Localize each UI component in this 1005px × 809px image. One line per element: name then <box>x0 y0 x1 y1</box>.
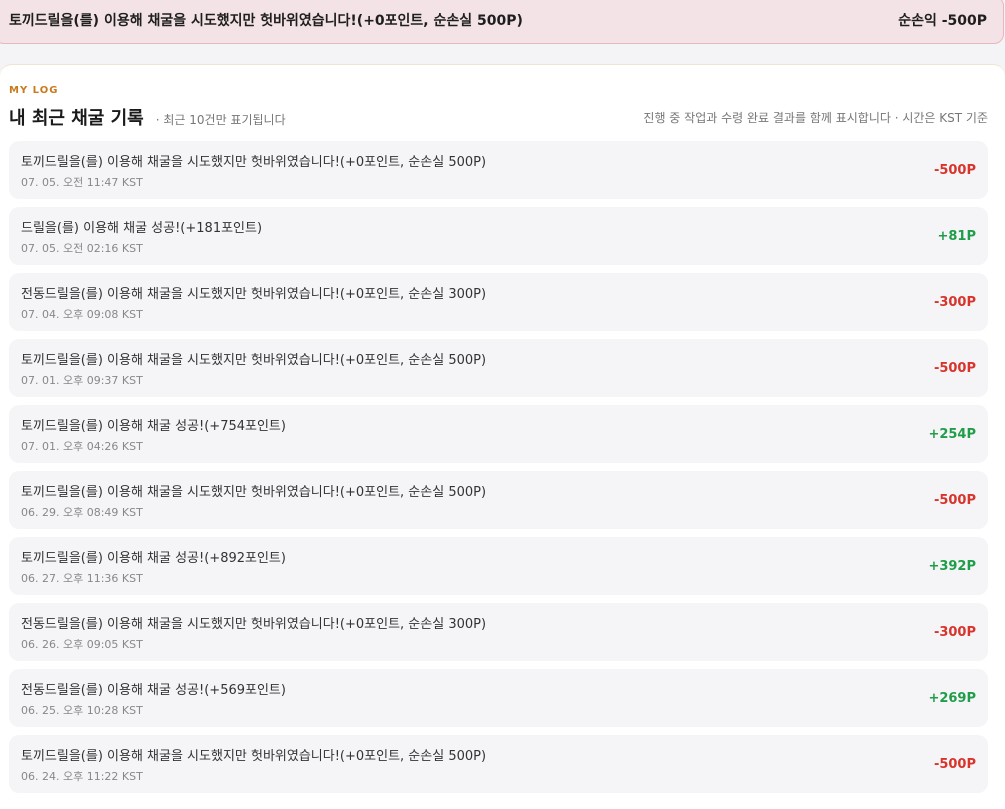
record-delta: +81P <box>937 228 976 244</box>
section-note: 진행 중 작업과 수령 완료 결과를 함께 표시합니다 · 시간은 KST 기준 <box>643 110 988 125</box>
record-time: 07. 05. 오전 02:16 KST <box>21 241 143 255</box>
record-delta: +392P <box>928 558 976 574</box>
record-row: 전동드릴을(를) 이용해 채굴 성공!(+569포인트) 06. 25. 오후 … <box>9 669 988 727</box>
record-time: 07. 01. 오후 09:37 KST <box>21 373 143 387</box>
record-delta: -500P <box>933 756 976 772</box>
record-message: 토끼드릴을(를) 이용해 채굴을 시도했지만 헛바위였습니다!(+0포인트, 순… <box>21 352 487 368</box>
record-delta: -300P <box>933 294 976 310</box>
record-message: 토끼드릴을(를) 이용해 채굴을 시도했지만 헛바위였습니다!(+0포인트, 순… <box>21 154 487 170</box>
record-row: 토끼드릴을(를) 이용해 채굴을 시도했지만 헛바위였습니다!(+0포인트, 순… <box>9 735 988 793</box>
record-message: 토끼드릴을(를) 이용해 채굴 성공!(+892포인트) <box>21 550 286 566</box>
record-text: 토끼드릴을(를) 이용해 채굴을 시도했지만 헛바위였습니다!(+0포인트, 순… <box>21 745 486 784</box>
record-row: 전동드릴을(를) 이용해 채굴을 시도했지만 헛바위였습니다!(+0포인트, 순… <box>9 603 988 661</box>
section-kicker: MY LOG <box>9 85 59 96</box>
record-message: 전동드릴을(를) 이용해 채굴을 시도했지만 헛바위였습니다!(+0포인트, 순… <box>21 286 487 302</box>
record-time: 06. 27. 오후 11:36 KST <box>21 571 143 585</box>
record-text: 전동드릴을(를) 이용해 채굴을 시도했지만 헛바위였습니다!(+0포인트, 순… <box>21 283 486 322</box>
mining-record-list: 토끼드릴을(를) 이용해 채굴을 시도했지만 헛바위였습니다!(+0포인트, 순… <box>9 141 988 801</box>
record-row: 토끼드릴을(를) 이용해 채굴을 시도했지만 헛바위였습니다!(+0포인트, 순… <box>9 141 988 199</box>
record-delta: -500P <box>933 360 976 376</box>
record-delta: -500P <box>933 492 976 508</box>
record-message: 드릴을(를) 이용해 채굴 성공!(+181포인트) <box>21 220 263 236</box>
banner-message: 토끼드릴을(를) 이용해 채굴을 시도했지만 헛바위였습니다!(+0포인트, 순… <box>9 13 523 29</box>
record-time: 07. 01. 오후 04:26 KST <box>21 439 143 453</box>
record-time: 06. 25. 오후 10:28 KST <box>21 703 143 717</box>
record-time: 06. 29. 오후 08:49 KST <box>21 505 143 519</box>
record-row: 토끼드릴을(를) 이용해 채굴 성공!(+754포인트) 07. 01. 오후 … <box>9 405 988 463</box>
record-time: 07. 05. 오전 11:47 KST <box>21 175 143 189</box>
record-delta: -300P <box>933 624 976 640</box>
record-delta: +254P <box>928 426 976 442</box>
record-time: 07. 04. 오후 09:08 KST <box>21 307 143 321</box>
record-row: 전동드릴을(를) 이용해 채굴을 시도했지만 헛바위였습니다!(+0포인트, 순… <box>9 273 988 331</box>
record-message: 전동드릴을(를) 이용해 채굴을 시도했지만 헛바위였습니다!(+0포인트, 순… <box>21 616 487 632</box>
record-text: 토끼드릴을(를) 이용해 채굴 성공!(+892포인트) 06. 27. 오후 … <box>21 547 286 586</box>
record-message: 토끼드릴을(를) 이용해 채굴 성공!(+754포인트) <box>21 418 286 434</box>
record-message: 토끼드릴을(를) 이용해 채굴을 시도했지만 헛바위였습니다!(+0포인트, 순… <box>21 748 487 764</box>
record-message: 토끼드릴을(를) 이용해 채굴을 시도했지만 헛바위였습니다!(+0포인트, 순… <box>21 484 487 500</box>
section-header: 내 최근 채굴 기록 · 최근 10건만 표기됩니다 진행 중 작업과 수령 완… <box>9 103 988 131</box>
mining-log-card: MY LOG 내 최근 채굴 기록 · 최근 10건만 표기됩니다 진행 중 작… <box>0 64 1005 809</box>
record-row: 드릴을(를) 이용해 채굴 성공!(+181포인트) 07. 05. 오전 02… <box>9 207 988 265</box>
record-text: 토끼드릴을(를) 이용해 채굴을 시도했지만 헛바위였습니다!(+0포인트, 순… <box>21 481 486 520</box>
section-subtitle: · 최근 10건만 표기됩니다 <box>155 113 286 127</box>
record-row: 토끼드릴을(를) 이용해 채굴을 시도했지만 헛바위였습니다!(+0포인트, 순… <box>9 471 988 529</box>
record-time: 06. 24. 오후 11:22 KST <box>21 769 143 783</box>
record-row: 토끼드릴을(를) 이용해 채굴을 시도했지만 헛바위였습니다!(+0포인트, 순… <box>9 339 988 397</box>
record-text: 토끼드릴을(를) 이용해 채굴을 시도했지만 헛바위였습니다!(+0포인트, 순… <box>21 151 486 190</box>
record-text: 토끼드릴을(를) 이용해 채굴을 시도했지만 헛바위였습니다!(+0포인트, 순… <box>21 349 486 388</box>
record-message: 전동드릴을(를) 이용해 채굴 성공!(+569포인트) <box>21 682 286 698</box>
record-time: 06. 26. 오후 09:05 KST <box>21 637 143 651</box>
record-text: 드릴을(를) 이용해 채굴 성공!(+181포인트) 07. 05. 오전 02… <box>21 217 262 256</box>
record-delta: +269P <box>928 690 976 706</box>
section-title-group: 내 최근 채굴 기록 · 최근 10건만 표기됩니다 <box>9 104 286 130</box>
record-row: 토끼드릴을(를) 이용해 채굴 성공!(+892포인트) 06. 27. 오후 … <box>9 537 988 595</box>
page-title: 내 최근 채굴 기록 <box>9 108 144 129</box>
record-text: 토끼드릴을(를) 이용해 채굴 성공!(+754포인트) 07. 01. 오후 … <box>21 415 286 454</box>
banner-net-result: 순손익 -500P <box>898 13 987 29</box>
result-banner: 토끼드릴을(를) 이용해 채굴을 시도했지만 헛바위였습니다!(+0포인트, 순… <box>0 0 1004 44</box>
record-text: 전동드릴을(를) 이용해 채굴을 시도했지만 헛바위였습니다!(+0포인트, 순… <box>21 613 486 652</box>
record-delta: -500P <box>933 162 976 178</box>
record-text: 전동드릴을(를) 이용해 채굴 성공!(+569포인트) 06. 25. 오후 … <box>21 679 286 718</box>
